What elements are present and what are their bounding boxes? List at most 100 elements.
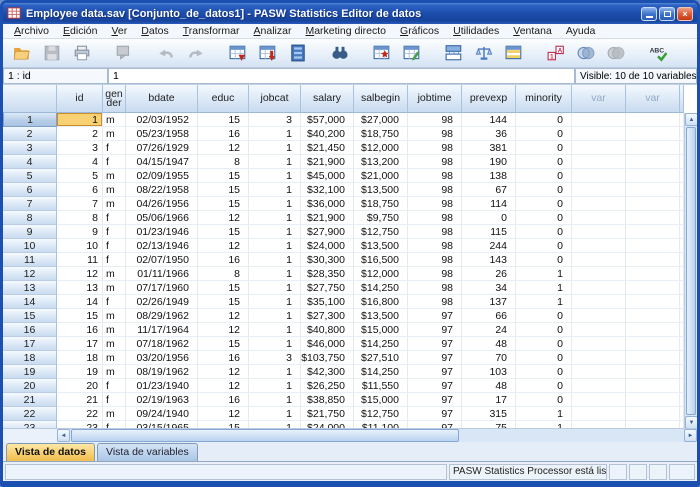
- cell-minority-row23[interactable]: 1: [516, 421, 572, 429]
- cell-jobcat-row16[interactable]: 1: [249, 323, 301, 337]
- column-header-gender[interactable]: gender: [103, 85, 126, 113]
- cell-jobtime-row21[interactable]: 97: [408, 393, 462, 407]
- cell-educ-row17[interactable]: 15: [198, 337, 249, 351]
- cell-var-row18[interactable]: [572, 351, 626, 365]
- cell-jobtime-row5[interactable]: 98: [408, 169, 462, 183]
- cell-prevexp-row4[interactable]: 190: [462, 155, 516, 169]
- split-file-button[interactable]: [441, 41, 467, 65]
- close-button[interactable]: ×: [677, 7, 693, 21]
- cell-bdate-row20[interactable]: 01/23/1940: [126, 379, 198, 393]
- horizontal-scroll-track[interactable]: [460, 429, 684, 442]
- cell-var-row14[interactable]: [626, 295, 680, 309]
- cell-salary-row22[interactable]: $21,750: [301, 407, 354, 421]
- vertical-scroll-thumb[interactable]: [686, 127, 696, 415]
- cell-prevexp-row9[interactable]: 115: [462, 225, 516, 239]
- cell-var-row12[interactable]: [626, 267, 680, 281]
- cell-prevexp-row19[interactable]: 103: [462, 365, 516, 379]
- cell-var-row1[interactable]: [626, 113, 680, 127]
- cell-salary-row11[interactable]: $30,300: [301, 253, 354, 267]
- cell-gender-row5[interactable]: m: [103, 169, 126, 183]
- cell-var-row7[interactable]: [626, 197, 680, 211]
- cell-prevexp-row10[interactable]: 244: [462, 239, 516, 253]
- cell-id-row23[interactable]: 23: [57, 421, 103, 429]
- cell-salary-row3[interactable]: $21,450: [301, 141, 354, 155]
- column-header-salary[interactable]: salary: [301, 85, 354, 113]
- cell-jobcat-row15[interactable]: 1: [249, 309, 301, 323]
- cell-bdate-row4[interactable]: 04/15/1947: [126, 155, 198, 169]
- cell-var-row15[interactable]: [572, 309, 626, 323]
- cell-id-row13[interactable]: 13: [57, 281, 103, 295]
- cell-salbegin-row16[interactable]: $15,000: [354, 323, 408, 337]
- cell-gender-row17[interactable]: m: [103, 337, 126, 351]
- menu-gr-ficos[interactable]: Gráficos: [393, 24, 446, 38]
- row-header-19[interactable]: 19: [3, 365, 57, 379]
- cell-bdate-row14[interactable]: 02/26/1949: [126, 295, 198, 309]
- cell-jobtime-row17[interactable]: 97: [408, 337, 462, 351]
- cell-var-row21[interactable]: [572, 393, 626, 407]
- cell-bdate-row12[interactable]: 01/11/1966: [126, 267, 198, 281]
- cell-gender-row6[interactable]: m: [103, 183, 126, 197]
- cell-bdate-row23[interactable]: 03/15/1965: [126, 421, 198, 429]
- cell-educ-row11[interactable]: 16: [198, 253, 249, 267]
- cell-salary-row12[interactable]: $28,350: [301, 267, 354, 281]
- cell-minority-row14[interactable]: 1: [516, 295, 572, 309]
- cell-salbegin-row6[interactable]: $13,500: [354, 183, 408, 197]
- cell-id-row12[interactable]: 12: [57, 267, 103, 281]
- cell-id-row6[interactable]: 6: [57, 183, 103, 197]
- cell-bdate-row2[interactable]: 05/23/1958: [126, 127, 198, 141]
- variables-button[interactable]: [285, 41, 311, 65]
- cell-prevexp-row5[interactable]: 138: [462, 169, 516, 183]
- cell-educ-row14[interactable]: 15: [198, 295, 249, 309]
- menu-archivo[interactable]: Archivo: [7, 24, 56, 38]
- cell-jobcat-row18[interactable]: 3: [249, 351, 301, 365]
- cell-gender-row23[interactable]: f: [103, 421, 126, 429]
- cell-jobcat-row1[interactable]: 3: [249, 113, 301, 127]
- cell-id-row20[interactable]: 20: [57, 379, 103, 393]
- cell-var-row13[interactable]: [626, 281, 680, 295]
- cell-var-row3[interactable]: [626, 141, 680, 155]
- row-header-7[interactable]: 7: [3, 197, 57, 211]
- menu-ventana[interactable]: Ventana: [506, 24, 559, 38]
- cell-salary-row2[interactable]: $40,200: [301, 127, 354, 141]
- cell-bdate-row22[interactable]: 09/24/1940: [126, 407, 198, 421]
- cell-educ-row8[interactable]: 12: [198, 211, 249, 225]
- cell-jobtime-row13[interactable]: 98: [408, 281, 462, 295]
- cell-var-row9[interactable]: [626, 225, 680, 239]
- cell-minority-row18[interactable]: 0: [516, 351, 572, 365]
- cell-educ-row4[interactable]: 8: [198, 155, 249, 169]
- cell-minority-row22[interactable]: 1: [516, 407, 572, 421]
- cell-prevexp-row2[interactable]: 36: [462, 127, 516, 141]
- cell-salary-row13[interactable]: $27,750: [301, 281, 354, 295]
- weight-cases-button[interactable]: [471, 41, 497, 65]
- cell-jobcat-row3[interactable]: 1: [249, 141, 301, 155]
- tab-vista-de-datos[interactable]: Vista de datos: [6, 443, 95, 461]
- cell-educ-row16[interactable]: 12: [198, 323, 249, 337]
- cell-jobcat-row19[interactable]: 1: [249, 365, 301, 379]
- cell-jobtime-row12[interactable]: 98: [408, 267, 462, 281]
- cell-bdate-row3[interactable]: 07/26/1929: [126, 141, 198, 155]
- cell-var-row5[interactable]: [572, 169, 626, 183]
- cell-salbegin-row5[interactable]: $21,000: [354, 169, 408, 183]
- column-header-salbegin[interactable]: salbegin: [354, 85, 408, 113]
- cell-minority-row6[interactable]: 0: [516, 183, 572, 197]
- scroll-right-icon[interactable]: ►: [684, 429, 697, 442]
- cell-id-row11[interactable]: 11: [57, 253, 103, 267]
- cell-salbegin-row23[interactable]: $11,100: [354, 421, 408, 429]
- cell-jobtime-row6[interactable]: 98: [408, 183, 462, 197]
- scroll-down-icon[interactable]: ▼: [685, 416, 697, 429]
- cell-var-row19[interactable]: [626, 365, 680, 379]
- cell-prevexp-row8[interactable]: 0: [462, 211, 516, 225]
- cell-jobcat-row9[interactable]: 1: [249, 225, 301, 239]
- cell-id-row15[interactable]: 15: [57, 309, 103, 323]
- cell-jobcat-row7[interactable]: 1: [249, 197, 301, 211]
- cell-educ-row15[interactable]: 12: [198, 309, 249, 323]
- maximize-button[interactable]: [659, 7, 675, 21]
- cell-jobcat-row22[interactable]: 1: [249, 407, 301, 421]
- column-header-id[interactable]: id: [57, 85, 103, 113]
- column-header-minority[interactable]: minority: [516, 85, 572, 113]
- cell-var-row19[interactable]: [572, 365, 626, 379]
- cell-prevexp-row20[interactable]: 48: [462, 379, 516, 393]
- row-header-20[interactable]: 20: [3, 379, 57, 393]
- cell-bdate-row5[interactable]: 02/09/1955: [126, 169, 198, 183]
- cell-salary-row16[interactable]: $40,800: [301, 323, 354, 337]
